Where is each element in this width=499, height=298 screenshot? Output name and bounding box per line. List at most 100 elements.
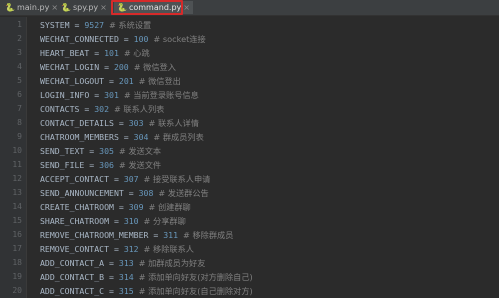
code-line[interactable]: 20 ADD_CONTACT_C = 315 # 添加单向好友(自己删除对方) <box>0 284 499 298</box>
code-comment: # 加群成员为好友 <box>138 258 206 268</box>
constant-name: WECHAT_LOGIN <box>40 62 100 72</box>
constant-name: LOGIN_INFO <box>40 90 90 100</box>
code-line[interactable]: 8 CONTACT_DETAILS = 303 # 联系人详情 <box>0 116 499 130</box>
code-text: ADD_CONTACT_B = 314 # 添加单向好友(对方删除自己) <box>40 272 253 282</box>
tab-main-py[interactable]: 🐍 main.py × <box>2 1 61 14</box>
constant-value: 315 <box>118 286 134 296</box>
line-number: 14 <box>12 202 22 211</box>
constant-value: 200 <box>113 62 129 72</box>
code-text: HEART_BEAT = 101 # 心跳 <box>40 48 150 58</box>
close-icon[interactable]: × <box>183 3 190 12</box>
code-editor[interactable]: 1 SYSTEM = 9527 # 系统设置 2 WECHAT_CONNECTED =… <box>0 17 499 298</box>
code-line[interactable]: 9 CHATROOM_MEMBERS = 304 # 群成员列表 <box>0 130 499 144</box>
constant-name: CONTACTS <box>40 104 80 114</box>
code-line[interactable]: 10 SEND_TEXT = 305 # 发送文本 <box>0 144 499 158</box>
code-text: WECHAT_LOGOUT = 201 # 微信登出 <box>40 76 181 86</box>
line-number: 15 <box>12 216 22 225</box>
line-number: 2 <box>17 34 22 43</box>
code-line[interactable]: 17 REMOVE_CONTACT = 312 # 移除联系人 <box>0 242 499 256</box>
constant-value: 311 <box>163 230 179 240</box>
tab-spy-py[interactable]: 🐍 spy.py × <box>58 1 110 14</box>
code-line[interactable]: 19 ADD_CONTACT_B = 314 # 添加单向好友(对方删除自己) <box>0 270 499 284</box>
line-number: 16 <box>12 230 22 239</box>
constant-name: HEART_BEAT <box>40 48 90 58</box>
code-comment: # 发送群公告 <box>158 188 209 198</box>
code-comment: # 发送文本 <box>118 146 162 156</box>
constant-value: 101 <box>104 48 119 58</box>
code-line[interactable]: 12 ACCEPT_CONTACT = 307 # 接受联系人申请 <box>0 172 499 186</box>
line-number: 1 <box>17 20 22 29</box>
code-line[interactable]: 18 ADD_CONTACT_A = 313 # 加群成员为好友 <box>0 256 499 270</box>
line-number: 3 <box>17 48 22 57</box>
constant-value: 307 <box>123 174 139 184</box>
constant-name: ADD_CONTACT_B <box>40 272 105 282</box>
code-line[interactable]: 14 CREATE_CHATROOM = 309 # 创建群聊 <box>0 200 499 214</box>
code-text: REMOVE_CONTACT = 312 # 移除联系人 <box>40 244 194 254</box>
code-line[interactable]: 5 WECHAT_LOGOUT = 201 # 微信登出 <box>0 74 499 88</box>
code-line[interactable]: 1 SYSTEM = 9527 # 系统设置 <box>0 18 499 32</box>
line-number: 12 <box>12 174 22 183</box>
code-comment: # socket连接 <box>153 34 206 44</box>
code-comment: # 心跳 <box>123 48 150 58</box>
code-text: REMOVE_CHATROOM_MEMBER = 311 # 移除群成员 <box>40 230 234 240</box>
constant-value: 309 <box>128 202 144 212</box>
code-text: LOGIN_INFO = 301 # 当前登录账号信息 <box>40 90 199 100</box>
constant-value: 305 <box>99 146 114 156</box>
line-number: 18 <box>12 258 22 267</box>
annotation-highlight-box <box>111 0 183 15</box>
line-number: 20 <box>12 286 22 295</box>
constant-name: ADD_CONTACT_C <box>40 286 105 296</box>
code-line[interactable]: 4 WECHAT_LOGIN = 200 # 微信登入 <box>0 60 499 74</box>
code-comment: # 微信登出 <box>138 76 181 86</box>
python-file-icon: 🐍 <box>61 3 71 12</box>
code-line[interactable]: 16 REMOVE_CHATROOM_MEMBER = 311 # 移除群成员 <box>0 228 499 242</box>
constant-value: 100 <box>133 34 149 44</box>
code-text: SEND_ANNOUNCEMENT = 308 # 发送群公告 <box>40 188 209 198</box>
line-number: 17 <box>12 244 22 253</box>
constant-name: WECHAT_LOGOUT <box>40 76 105 86</box>
close-icon[interactable]: × <box>100 3 107 12</box>
line-number: 13 <box>12 188 22 197</box>
code-comment: # 群成员列表 <box>153 132 204 142</box>
python-file-icon: 🐍 <box>5 3 15 12</box>
line-number: 6 <box>17 90 22 99</box>
line-number: 7 <box>17 104 22 113</box>
code-text: CHATROOM_MEMBERS = 304 # 群成员列表 <box>40 132 204 142</box>
constant-value: 302 <box>94 104 110 114</box>
constant-name: REMOVE_CHATROOM_MEMBER <box>40 230 149 240</box>
code-line[interactable]: 11 SEND_FILE = 306 # 发送文件 <box>0 158 499 172</box>
constant-value: 310 <box>123 216 139 226</box>
code-line[interactable]: 3 HEART_BEAT = 101 # 心跳 <box>0 46 499 60</box>
code-line[interactable]: 6 LOGIN_INFO = 301 # 当前登录账号信息 <box>0 88 499 102</box>
constant-name: REMOVE_CONTACT <box>40 244 110 254</box>
constant-name: SYSTEM <box>40 20 70 30</box>
close-icon[interactable]: × <box>51 3 58 12</box>
constant-value: 313 <box>118 258 134 268</box>
constant-name: SEND_TEXT <box>40 146 85 156</box>
constant-name: SEND_ANNOUNCEMENT <box>40 188 124 198</box>
constant-name: SHARE_CHATROOM <box>40 216 110 226</box>
line-number: 11 <box>12 160 22 169</box>
code-text: ADD_CONTACT_C = 315 # 添加单向好友(自己删除对方) <box>40 286 253 296</box>
code-comment: # 创建群聊 <box>148 202 191 212</box>
constant-value: 304 <box>133 132 149 142</box>
line-number: 9 <box>17 132 22 141</box>
code-text: CONTACTS = 302 # 联系人列表 <box>40 104 165 114</box>
code-line[interactable]: 13 SEND_ANNOUNCEMENT = 308 # 发送群公告 <box>0 186 499 200</box>
line-number: 10 <box>12 146 22 155</box>
code-line[interactable]: 7 CONTACTS = 302 # 联系人列表 <box>0 102 499 116</box>
code-comment: # 添加单向好友(对方删除自己) <box>138 272 253 282</box>
tab-label: spy.py <box>72 3 99 12</box>
code-line[interactable]: 15 SHARE_CHATROOM = 310 # 分享群聊 <box>0 214 499 228</box>
code-text: SEND_FILE = 306 # 发送文件 <box>40 160 162 170</box>
code-text: WECHAT_LOGIN = 200 # 微信登入 <box>40 62 176 72</box>
code-text: CREATE_CHATROOM = 309 # 创建群聊 <box>40 202 191 212</box>
code-comment: # 移除联系人 <box>143 244 194 254</box>
line-number: 5 <box>17 76 22 85</box>
code-comment: # 微信登入 <box>133 62 176 72</box>
code-comment: # 分享群聊 <box>143 216 186 226</box>
code-text: WECHAT_CONNECTED = 100 # socket连接 <box>40 34 206 44</box>
code-text: CONTACT_DETAILS = 303 # 联系人详情 <box>40 118 199 128</box>
code-line[interactable]: 2 WECHAT_CONNECTED = 100 # socket连接 <box>0 32 499 46</box>
constant-name: CHATROOM_MEMBERS <box>40 132 119 142</box>
